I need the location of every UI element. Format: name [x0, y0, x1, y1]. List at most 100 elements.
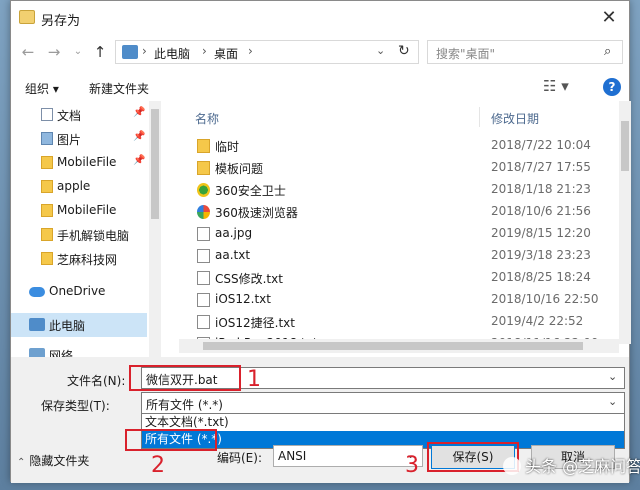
annotation-number-2: 2	[151, 453, 165, 478]
encoding-select[interactable]: ANSI ⌄	[273, 445, 423, 467]
file-date: 2018/1/18 21:23	[491, 182, 591, 196]
scrollbar-thumb[interactable]	[621, 121, 629, 171]
file-name: 360安全卫士	[215, 184, 286, 198]
nav-item-this-pc[interactable]: 此电脑	[11, 313, 147, 337]
nav-item-onedrive[interactable]: OneDrive	[11, 280, 147, 304]
search-input[interactable]: 搜索"桌面"	[436, 45, 495, 62]
forward-arrow-icon: →	[47, 43, 61, 61]
file-row[interactable]: 临时 2018/7/22 10:04	[195, 135, 623, 157]
file-icon	[197, 315, 210, 329]
back-button[interactable]: ←	[17, 41, 39, 63]
refresh-icon[interactable]: ↻	[398, 43, 410, 59]
360-safe-icon	[197, 183, 210, 197]
chevron-down-icon[interactable]: ⌄	[608, 370, 617, 383]
hide-folders-label: 隐藏文件夹	[29, 454, 90, 468]
annotation-number-1: 1	[247, 367, 261, 392]
nav-item-documents[interactable]: 文档 📌	[11, 103, 147, 127]
annotation-box-type	[125, 429, 217, 451]
column-header-name[interactable]: 名称	[195, 110, 219, 127]
pin-icon: 📌	[133, 107, 146, 118]
nav-item-label: 文档	[57, 109, 82, 123]
navigation-pane: 文档 📌 图片 📌 MobileFile 📌 apple MobileFile …	[11, 101, 147, 357]
close-button[interactable]: ✕	[595, 5, 623, 31]
save-type-value: 所有文件 (*.*)	[146, 398, 223, 412]
chevron-down-icon[interactable]: ⌄	[608, 395, 617, 408]
folder-icon	[41, 252, 53, 265]
forward-button[interactable]: →	[43, 41, 65, 63]
watermark-text: 头条 @芝麻问答	[525, 457, 640, 476]
file-icon	[197, 271, 210, 285]
chevron-down-icon: ⌄	[73, 46, 83, 57]
chevron-right-icon: ›	[248, 44, 253, 58]
nav-item-apple[interactable]: apple	[11, 175, 147, 199]
help-icon[interactable]: ?	[603, 78, 621, 96]
address-bar[interactable]: › 此电脑 › 桌面 › ⌄ ↻	[115, 40, 419, 64]
toutiao-logo-icon	[503, 457, 521, 475]
organize-button[interactable]: 组织 ▾	[25, 80, 59, 97]
chevron-right-icon: ›	[202, 44, 207, 58]
nav-item-phone-unlock[interactable]: 手机解锁电脑	[11, 223, 147, 247]
up-button[interactable]: ↑	[89, 41, 111, 63]
view-options-icon[interactable]: ☷ ▾	[543, 77, 569, 95]
horizontal-scrollbar[interactable]	[179, 339, 619, 353]
window-title: 另存为	[41, 14, 81, 29]
file-row[interactable]: 360极速浏览器 2018/10/6 21:56	[195, 201, 623, 223]
nav-item-mobilefile-2[interactable]: MobileFile	[11, 199, 147, 223]
save-type-label: 保存类型(T):	[41, 399, 110, 413]
new-folder-button[interactable]: 新建文件夹	[89, 80, 149, 97]
hide-folders-toggle[interactable]: ⌃ 隐藏文件夹	[17, 452, 89, 469]
save-type-select[interactable]: 所有文件 (*.*) ⌄	[141, 392, 625, 414]
file-name: aa.txt	[215, 248, 251, 262]
file-date: 2018/7/22 10:04	[491, 138, 591, 152]
chevron-right-icon: ›	[142, 44, 147, 58]
scrollbar-thumb[interactable]	[151, 109, 159, 219]
nav-item-network[interactable]: 网络	[11, 343, 147, 357]
nav-item-zhima[interactable]: 芝麻科技网	[11, 247, 147, 271]
search-icon: ⌕	[604, 44, 612, 59]
close-icon: ✕	[601, 7, 617, 28]
encoding-label: 编码(E):	[217, 451, 262, 465]
document-icon	[41, 108, 53, 121]
file-date: 2018/7/27 17:55	[491, 160, 591, 174]
chevron-down-icon[interactable]: ⌄	[376, 44, 385, 57]
nav-item-mobilefile[interactable]: MobileFile 📌	[11, 151, 147, 175]
file-row[interactable]: aa.jpg 2019/8/15 12:20	[195, 223, 623, 245]
this-pc-icon	[29, 318, 45, 331]
breadcrumb-desktop[interactable]: 桌面	[214, 45, 238, 62]
file-row[interactable]: 360安全卫士 2018/1/18 21:23	[195, 179, 623, 201]
nav-scrollbar[interactable]	[149, 101, 161, 357]
file-row[interactable]: iOS12捷径.txt 2019/4/2 22:52	[195, 311, 623, 333]
encoding-value: ANSI	[278, 449, 307, 463]
breadcrumb-this-pc[interactable]: 此电脑	[154, 45, 190, 62]
column-header-date[interactable]: 修改日期	[491, 110, 539, 127]
file-icon	[197, 227, 210, 241]
search-box[interactable]: 搜索"桌面" ⌕	[427, 40, 623, 64]
nav-item-label: 网络	[49, 349, 74, 357]
file-row[interactable]: 模板问题 2018/7/27 17:55	[195, 157, 623, 179]
this-pc-icon	[122, 45, 138, 59]
file-name: aa.jpg	[215, 226, 253, 240]
file-name: 临时	[215, 140, 240, 154]
360-browser-icon	[197, 205, 210, 219]
folder-icon	[41, 204, 53, 217]
file-row[interactable]: iOS12.txt 2018/10/16 22:50	[195, 289, 623, 311]
recent-dropdown-button[interactable]: ⌄	[67, 41, 89, 63]
up-arrow-icon: ↑	[93, 43, 107, 61]
folder-icon	[197, 161, 210, 175]
chevron-up-icon: ⌃	[17, 457, 26, 468]
file-list: 名称 修改日期 临时 2018/7/22 10:04 模板问题 2018/7/2…	[179, 101, 623, 344]
file-name: iOS12捷径.txt	[215, 316, 295, 330]
nav-item-pictures[interactable]: 图片 📌	[11, 127, 147, 151]
annotation-number-3: 3	[405, 453, 419, 478]
file-date: 2019/4/2 22:52	[491, 314, 584, 328]
file-list-scrollbar[interactable]	[619, 101, 631, 344]
nav-item-label: 此电脑	[49, 319, 86, 333]
watermark: 头条 @芝麻问答	[503, 453, 640, 477]
nav-item-label: 手机解锁电脑	[57, 229, 130, 243]
annotation-box-filename	[129, 365, 241, 391]
notepad-icon	[19, 10, 35, 24]
column-divider[interactable]	[479, 107, 480, 127]
file-row[interactable]: aa.txt 2019/3/18 23:23	[195, 245, 623, 267]
file-row[interactable]: CSS修改.txt 2018/8/25 18:24	[195, 267, 623, 289]
scrollbar-thumb[interactable]	[203, 342, 583, 350]
